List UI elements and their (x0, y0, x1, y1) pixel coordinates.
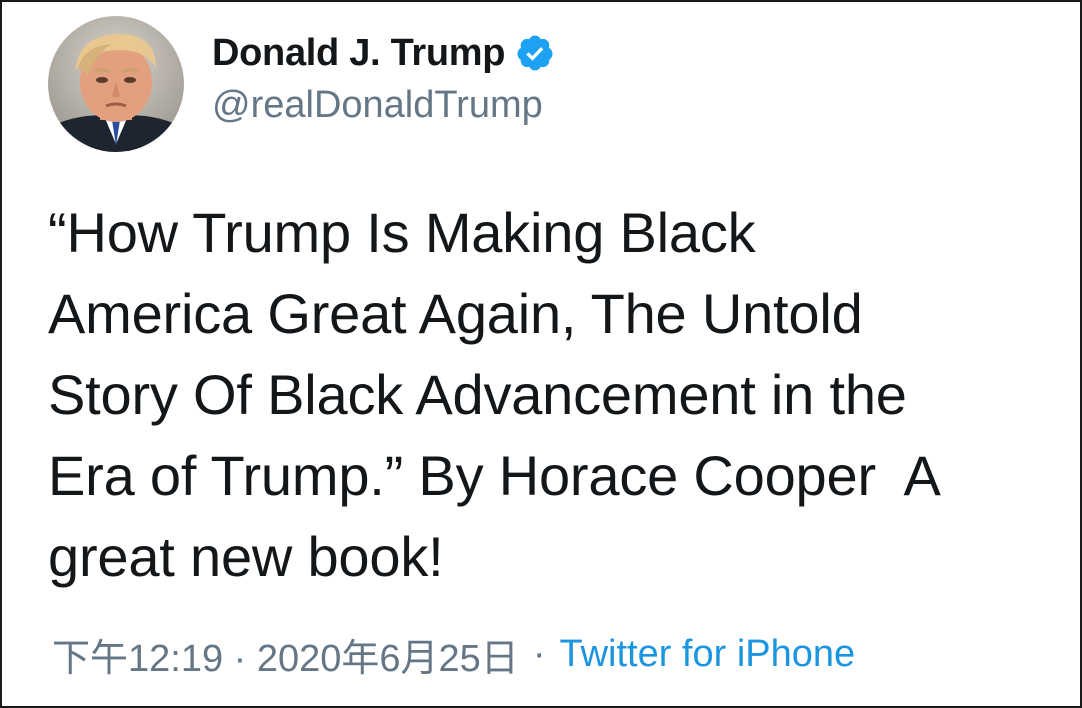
author-name-row[interactable]: Donald J. Trump (212, 30, 555, 76)
verified-badge-icon (515, 33, 555, 73)
profile-photo-icon (48, 16, 184, 152)
tweet-text: “How Trump Is Making Black America Great… (48, 201, 941, 588)
avatar[interactable] (48, 16, 184, 152)
tweet-meta: 下午12:19 · 2020年6月25日 · Twitter for iPhon… (52, 630, 855, 680)
display-name[interactable]: Donald J. Trump (212, 32, 506, 75)
handle[interactable]: @realDonaldTrump (212, 84, 543, 127)
meta-separator: · (532, 632, 546, 675)
source-link[interactable]: Twitter for iPhone (559, 633, 855, 676)
tweet-card: Donald J. Trump @realDonaldTrump “How Tr… (0, 0, 1082, 708)
timestamp[interactable]: 下午12:19 · 2020年6月25日 (52, 627, 519, 682)
